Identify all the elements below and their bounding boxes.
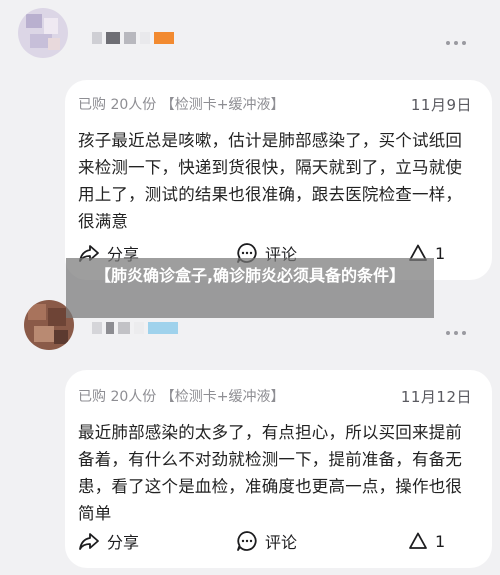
username-mosaic[interactable] — [92, 322, 178, 334]
review-text: 孩子最近总是咳嗽，估计是肺部感染了，买个试纸回来检测一下，快递到货很快，隔天就到… — [78, 131, 463, 231]
share-label: 分享 — [107, 533, 140, 552]
review-text: 最近肺部感染的太多了，有点担心，所以买回来提前备着，有什么不对劲就检测一下，提前… — [78, 423, 463, 523]
avatar[interactable] — [18, 8, 68, 58]
like-icon — [409, 532, 427, 549]
more-icon[interactable] — [446, 328, 470, 338]
user-row-1 — [0, 8, 500, 78]
review-card-1: 已购 20人份 【检测卡+缓冲液】 11月9日 孩子最近总是咳嗽，估计是肺部感染… — [65, 80, 492, 280]
article-title-banner: 【肺炎确诊盒子,确诊肺炎必须具备的条件】 — [66, 258, 434, 318]
more-icon[interactable] — [446, 38, 470, 48]
share-icon — [79, 533, 99, 550]
comment-label: 评论 — [265, 533, 298, 552]
action-bar: 分享 评论 1 — [78, 528, 472, 554]
like-count: 1 — [435, 531, 446, 551]
like-button[interactable]: 1 — [408, 531, 445, 551]
review-card-2: 已购 20人份 【检测卡+缓冲液】 11月12日 最近肺部感染的太多了，有点担心… — [65, 370, 492, 568]
review-date: 11月12日 — [400, 387, 472, 406]
username-mosaic[interactable] — [92, 32, 174, 44]
comment-button[interactable]: 评论 — [236, 529, 408, 553]
purchase-info: 已购 20人份 【检测卡+缓冲液】 — [78, 389, 285, 405]
share-button[interactable]: 分享 — [78, 529, 236, 553]
purchase-info: 已购 20人份 【检测卡+缓冲液】 — [78, 97, 285, 113]
like-count: 1 — [435, 243, 446, 263]
comment-icon — [237, 531, 257, 551]
review-date: 11月9日 — [410, 95, 472, 114]
